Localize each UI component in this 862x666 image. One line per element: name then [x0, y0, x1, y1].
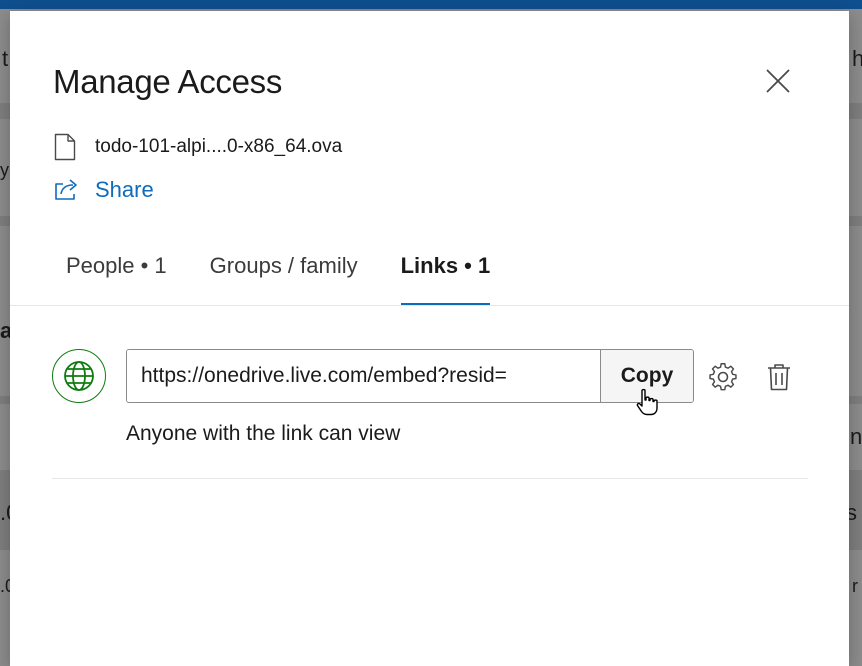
- background-text: t: [2, 46, 9, 71]
- share-label: Share: [95, 177, 154, 202]
- share-button[interactable]: Share: [53, 175, 154, 205]
- app-top-bar: [0, 0, 862, 9]
- share-icon: [55, 179, 77, 200]
- close-button[interactable]: [762, 65, 794, 97]
- link-permission-description: Anyone with the link can view: [126, 422, 401, 445]
- trash-icon: [768, 364, 790, 391]
- tab-people[interactable]: People • 1: [66, 251, 167, 305]
- section-divider: [52, 478, 808, 479]
- tabs-divider: [10, 305, 849, 306]
- tab-links[interactable]: Links • 1: [400, 251, 490, 306]
- file-info: todo-101-alpi....0-x86_64.ova: [53, 132, 342, 162]
- close-icon: [766, 69, 790, 93]
- background-text: y: [0, 160, 9, 180]
- background-text: r: [852, 576, 858, 596]
- background-text: na: [850, 424, 862, 449]
- globe-icon: [64, 361, 94, 391]
- tab-groups-family[interactable]: Groups / family: [210, 251, 358, 305]
- link-url-input[interactable]: https://onedrive.live.com/embed?resid=: [127, 350, 600, 402]
- manage-access-dialog: Manage Access todo-101-alpi....0-x86_64.…: [10, 11, 849, 666]
- dialog-title: Manage Access: [53, 63, 283, 100]
- link-field: https://onedrive.live.com/embed?resid= C…: [126, 349, 694, 403]
- access-tabs: People • 1 Groups / family Links • 1: [66, 251, 533, 306]
- gear-icon: [709, 363, 737, 391]
- background-text: h: [852, 46, 862, 71]
- delete-link-button[interactable]: [764, 361, 794, 393]
- file-name: todo-101-alpi....0-x86_64.ova: [95, 136, 343, 157]
- document-icon: [54, 133, 76, 161]
- link-type-badge: [52, 349, 106, 403]
- link-settings-button[interactable]: [707, 361, 739, 393]
- hand-cursor-icon: [636, 388, 658, 416]
